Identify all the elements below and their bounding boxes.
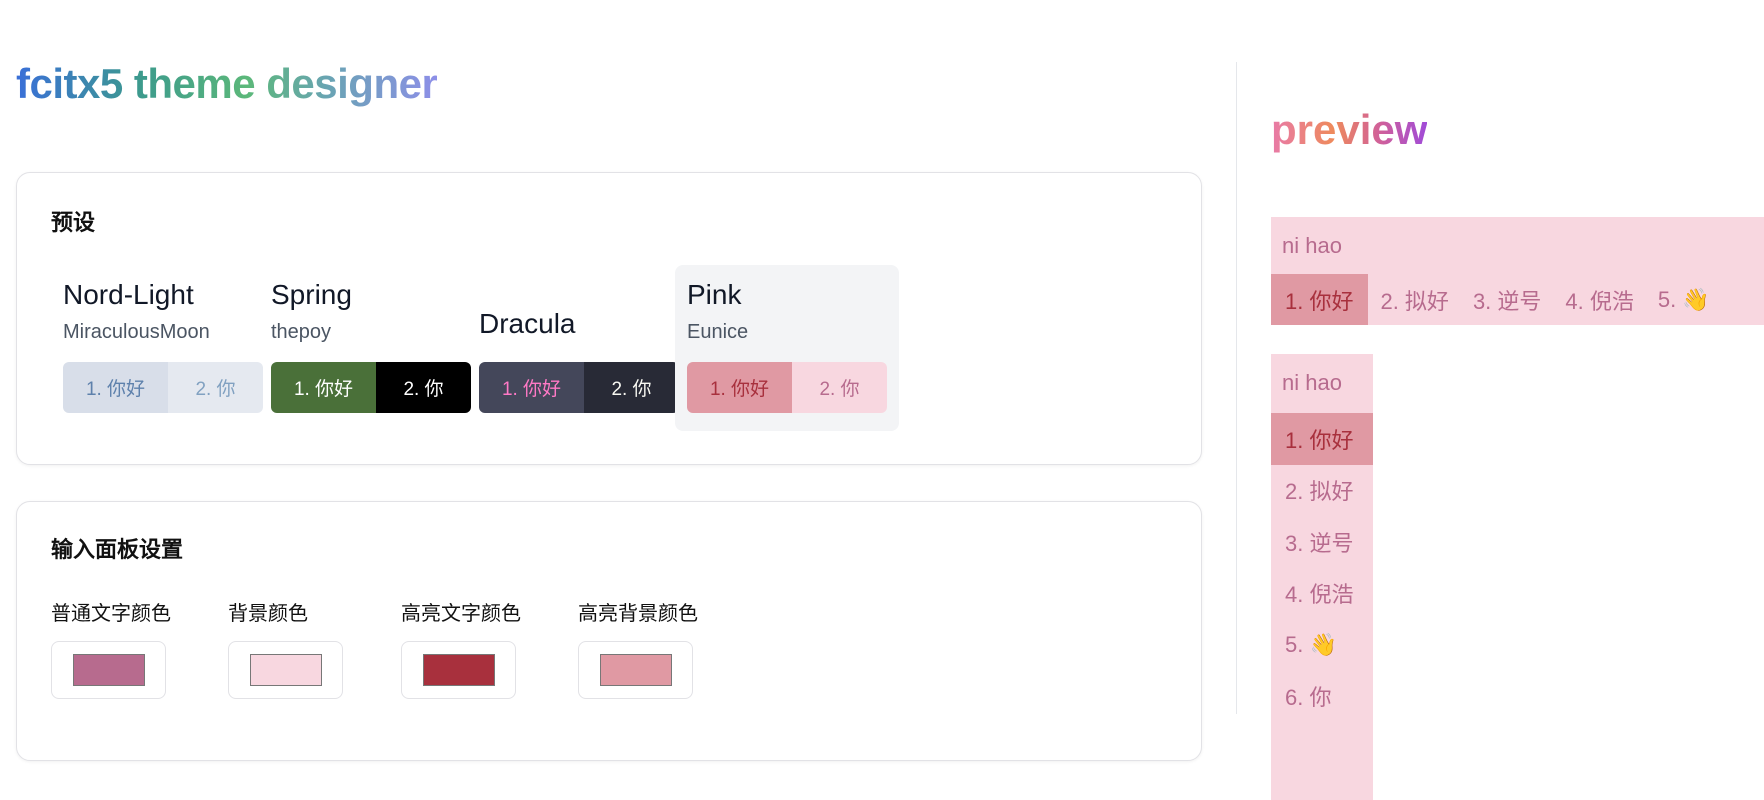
app-title: fcitx5 theme designer — [16, 60, 438, 107]
background-color-label: 背景颜色 — [228, 603, 308, 625]
vertical-candidate-list: 1. 你好 2. 拟好 3. 逆号 4. 倪浩 5. 👋 6. 你 — [1271, 413, 1373, 722]
editor-pane: fcitx5 theme designer 预设 Nord-Light Mira… — [0, 0, 1236, 800]
background-color-picker[interactable] — [228, 641, 343, 699]
text-color-label: 普通文字颜色 — [51, 603, 171, 625]
preset-swatch-candidate-2: 2. 你 — [376, 362, 471, 413]
candidate-item: 2. 拟好 — [1380, 288, 1449, 314]
horizontal-candidate-panel: ni hao 1. 你好 2. 拟好 3. 逆号 4. 倪浩 5. 👋 — [1271, 217, 1764, 325]
vertical-candidate-panel: ni hao 1. 你好 2. 拟好 3. 逆号 4. 倪浩 5. 👋 6. 你 — [1271, 354, 1373, 800]
color-chip — [72, 654, 145, 686]
preedit-text: ni hao — [1282, 370, 1342, 395]
candidate-item: 4. 倪浩 — [1285, 582, 1354, 608]
preset-swatch-candidate-1: 1. 你好 — [687, 362, 792, 413]
candidate-item: 1. 你好 — [1271, 274, 1369, 325]
candidate-item: 4. 倪浩 — [1565, 288, 1634, 314]
preset-author: thepoy — [271, 321, 332, 343]
highlight-text-color-field: 高亮文字颜色 — [401, 597, 521, 699]
presets-card: 预设 Nord-Light MiraculousMoon 1. 你好 2. 你 … — [16, 172, 1202, 465]
preset-swatch-candidate-1: 1. 你好 — [479, 362, 584, 413]
preset-swatch: 1. 你好 2. 你 — [271, 362, 471, 413]
candidate-item: 5. 👋 — [1657, 286, 1710, 312]
color-chip — [249, 654, 322, 686]
preset-author: MiraculousMoon — [63, 321, 210, 343]
candidate-item: 1. 你好 — [1271, 413, 1373, 465]
preset-name: Dracula — [479, 308, 576, 339]
preset-pink[interactable]: Pink Eunice 1. 你好 2. 你 — [675, 265, 899, 431]
text-color-picker[interactable] — [51, 641, 166, 699]
preset-swatch-candidate-2: 2. 你 — [584, 362, 679, 413]
highlight-text-color-picker[interactable] — [401, 641, 516, 699]
preset-swatch-candidate-2: 2. 你 — [792, 362, 887, 413]
preview-title: preview — [1271, 106, 1428, 153]
preset-name: Pink — [687, 279, 742, 310]
preset-swatch: 1. 你好 2. 你 — [687, 362, 887, 413]
preset-swatch-candidate-1: 1. 你好 — [63, 362, 168, 413]
highlight-background-color-field: 高亮背景颜色 — [578, 597, 698, 699]
preset-swatch-candidate-2: 2. 你 — [168, 362, 263, 413]
candidate-item: 2. 拟好 — [1285, 479, 1354, 505]
presets-card-title: 预设 — [51, 210, 96, 235]
preset-name: Spring — [271, 279, 352, 310]
preset-swatch: 1. 你好 2. 你 — [63, 362, 263, 413]
text-color-field: 普通文字颜色 — [51, 597, 171, 699]
preview-pane: preview ni hao 1. 你好 2. 拟好 3. 逆号 4. 倪浩 5… — [1237, 0, 1764, 800]
preset-spring[interactable]: Spring thepoy 1. 你好 2. 你 — [259, 265, 483, 431]
highlight-background-color-picker[interactable] — [578, 641, 693, 699]
candidate-item: 6. 你 — [1285, 685, 1332, 711]
preset-name: Nord-Light — [63, 279, 194, 310]
input-panel-settings-card: 输入面板设置 普通文字颜色 背景颜色 高亮文字颜色 高亮背景颜色 — [16, 501, 1202, 761]
preset-swatch-candidate-1: 1. 你好 — [271, 362, 376, 413]
background-color-field: 背景颜色 — [228, 597, 343, 699]
color-chip — [599, 654, 672, 686]
candidate-item: 3. 逆号 — [1285, 530, 1354, 556]
preset-author: Eunice — [687, 321, 749, 343]
input-panel-settings-title: 输入面板设置 — [51, 537, 184, 562]
preedit-text: ni hao — [1282, 233, 1342, 258]
horizontal-candidate-list: 1. 你好 2. 拟好 3. 逆号 4. 倪浩 5. 👋 — [1271, 274, 1722, 325]
highlight-background-color-label: 高亮背景颜色 — [578, 603, 698, 625]
preset-swatch: 1. 你好 2. 你 — [479, 362, 679, 413]
color-chip — [422, 654, 495, 686]
highlight-text-color-label: 高亮文字颜色 — [401, 603, 521, 625]
preset-dracula[interactable]: Dracula 1. 你好 2. 你 — [467, 265, 691, 431]
candidate-item: 5. 👋 — [1285, 631, 1337, 657]
preset-nord-light[interactable]: Nord-Light MiraculousMoon 1. 你好 2. 你 — [51, 265, 275, 431]
candidate-item: 3. 逆号 — [1472, 288, 1542, 314]
